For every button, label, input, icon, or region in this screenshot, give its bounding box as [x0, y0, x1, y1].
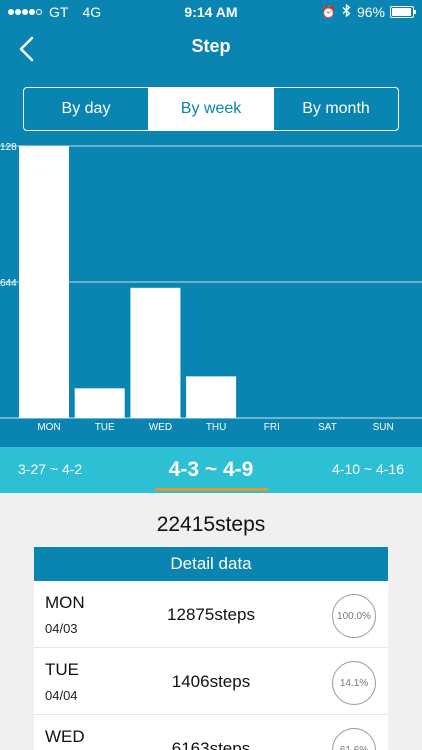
x-tick-label: SAT: [318, 422, 337, 433]
bar: [74, 388, 125, 418]
weekly-steps-chart: 644 128 MON TUE WED THU FRI SAT SUN: [0, 142, 422, 433]
nav-bar: Step: [0, 28, 422, 68]
row-percent-badge: 61.6%: [332, 728, 376, 750]
bluetooth-icon: [342, 3, 351, 20]
row-percent-badge: 100.0%: [332, 594, 376, 638]
battery-level: [392, 8, 412, 16]
detail-row[interactable]: MON 04/03 12875steps 100.0%: [34, 581, 388, 648]
current-week-indicator: [155, 488, 268, 491]
total-steps: 22415steps: [156, 513, 266, 536]
x-tick-label: TUE: [95, 422, 115, 433]
detail-data-table: Detail data MON 04/03 12875steps 100.0% …: [34, 547, 388, 750]
status-right: ⏰ 96%: [321, 3, 416, 20]
row-percent-badge: 14.1%: [332, 661, 376, 705]
x-tick-label: SUN: [373, 422, 394, 433]
tab-by-month[interactable]: By month: [274, 88, 398, 130]
x-tick-label: MON: [37, 422, 60, 433]
battery-icon: [390, 6, 416, 18]
alarm-icon: ⏰: [321, 5, 336, 19]
battery-percent: 96%: [356, 4, 385, 20]
header-area: GT 4G 9:14 AM ⏰ 96% Step By day By week …: [0, 0, 422, 447]
tab-by-day[interactable]: By day: [24, 88, 149, 130]
y-tick-label: 644: [0, 278, 17, 289]
bar: [19, 146, 69, 418]
page-title: Step: [191, 36, 231, 56]
x-tick-label: FRI: [264, 422, 280, 433]
detail-header: Detail data: [34, 547, 388, 581]
y-tick-label: 128: [0, 142, 17, 153]
period-tabs: By day By week By month: [23, 87, 399, 131]
detail-row[interactable]: TUE 04/04 1406steps 14.1%: [34, 648, 388, 715]
x-tick-label: WED: [149, 422, 172, 433]
next-week-link[interactable]: 4-10 ~ 4-16: [332, 461, 404, 477]
detail-row[interactable]: WED 6163steps 61.6%: [34, 715, 388, 750]
bar: [186, 376, 237, 418]
week-range-bar: 3-27 ~ 4-2 4-3 ~ 4-9 4-10 ~ 4-16: [0, 447, 422, 493]
status-bar: GT 4G 9:14 AM ⏰ 96%: [0, 0, 422, 24]
x-tick-label: THU: [206, 422, 227, 433]
tab-by-week[interactable]: By week: [149, 88, 274, 130]
bar: [130, 287, 181, 418]
